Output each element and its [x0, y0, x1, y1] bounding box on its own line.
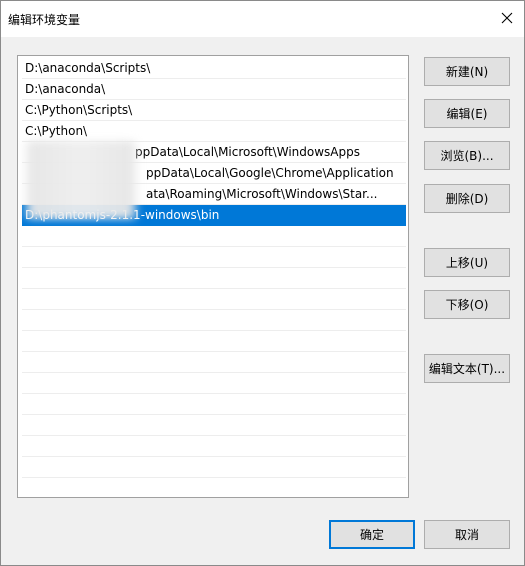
path-list[interactable]: D:\anaconda\Scripts\ D:\anaconda\ C:\Pyt…	[17, 55, 409, 498]
list-item-empty[interactable]	[22, 247, 406, 268]
new-button[interactable]: 新建(N)	[424, 57, 510, 86]
ok-button[interactable]: 确定	[329, 520, 415, 549]
list-item[interactable]: C:\Python\Scripts\	[22, 100, 406, 121]
privacy-blur	[22, 141, 140, 219]
list-item-empty[interactable]	[22, 352, 406, 373]
title-bar: 编辑环境变量	[1, 1, 524, 37]
list-item-empty[interactable]	[22, 436, 406, 457]
close-button[interactable]	[490, 1, 524, 35]
list-item-empty[interactable]	[22, 457, 406, 478]
list-item-empty[interactable]	[22, 331, 406, 352]
list-item-empty[interactable]	[22, 310, 406, 331]
list-item-empty[interactable]	[22, 394, 406, 415]
edit-text-button[interactable]: 编辑文本(T)...	[424, 354, 510, 383]
list-item-empty[interactable]	[22, 373, 406, 394]
list-item-empty[interactable]	[22, 226, 406, 247]
list-item[interactable]: C:\Python\	[22, 121, 406, 142]
list-item-empty[interactable]	[22, 268, 406, 289]
close-icon	[501, 12, 513, 24]
edit-env-var-dialog: 编辑环境变量 D:\anaconda\Scripts\ D:\anaconda\…	[0, 0, 525, 566]
move-down-button[interactable]: 下移(O)	[424, 290, 510, 319]
list-item[interactable]: D:\anaconda\	[22, 79, 406, 100]
delete-button[interactable]: 删除(D)	[424, 184, 510, 213]
list-item-empty[interactable]	[22, 478, 406, 497]
browse-button[interactable]: 浏览(B)...	[424, 141, 510, 170]
dialog-title: 编辑环境变量	[8, 13, 81, 27]
list-item-empty[interactable]	[22, 415, 406, 436]
list-item[interactable]: D:\anaconda\Scripts\	[22, 58, 406, 79]
cancel-button[interactable]: 取消	[424, 520, 510, 549]
edit-button[interactable]: 编辑(E)	[424, 99, 510, 128]
list-item-empty[interactable]	[22, 289, 406, 310]
move-up-button[interactable]: 上移(U)	[424, 248, 510, 277]
